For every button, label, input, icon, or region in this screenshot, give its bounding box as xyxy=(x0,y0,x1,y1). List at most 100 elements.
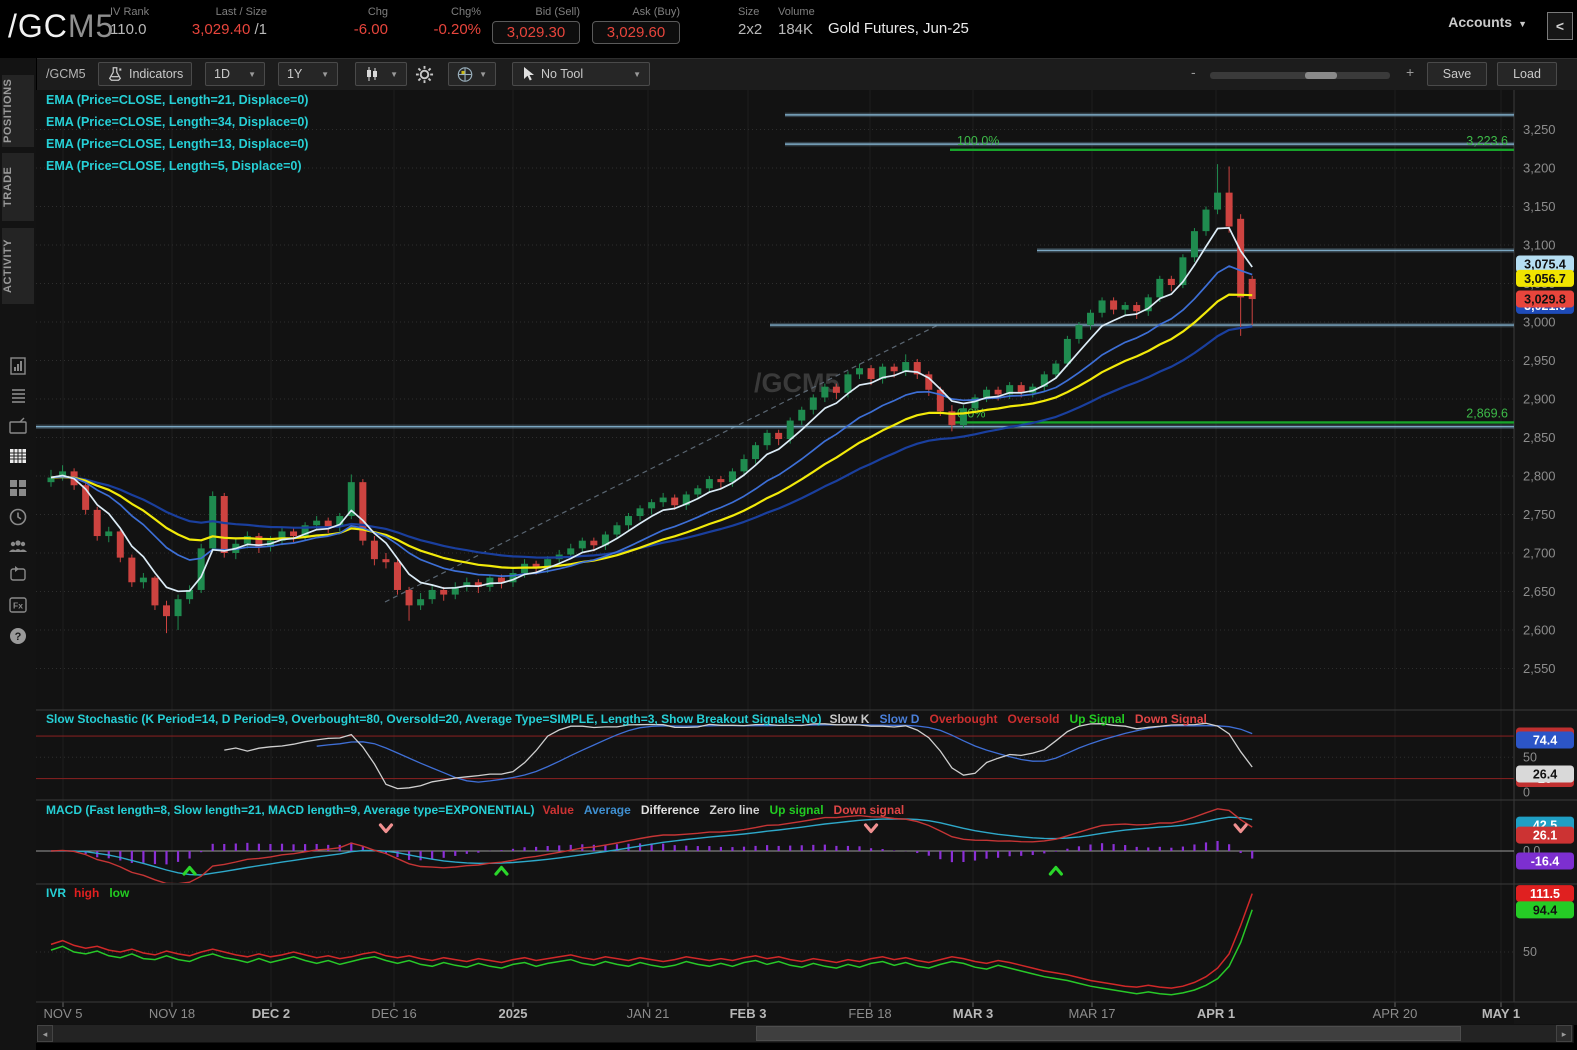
study-title[interactable]: IVR xyxy=(46,886,66,900)
zoom-slider-thumb[interactable] xyxy=(1305,72,1337,79)
svg-text:2,800: 2,800 xyxy=(1523,469,1556,484)
study-title[interactable]: Slow Stochastic (K Period=14, D Period=9… xyxy=(46,712,821,726)
chgpct-value: -0.20% xyxy=(433,21,481,38)
symbol-month: M5 xyxy=(67,8,115,44)
svg-text:Fx: Fx xyxy=(13,601,23,611)
sidebar-tab-positions[interactable]: POSITIONS xyxy=(2,75,34,147)
instrument-name: Gold Futures, Jun-25 xyxy=(828,20,969,37)
svg-text:MAY 1: MAY 1 xyxy=(1482,1006,1520,1021)
scroll-right-button[interactable]: ▸ xyxy=(1556,1025,1572,1042)
svg-text:50: 50 xyxy=(1523,750,1537,764)
chevron-down-icon: ▼ xyxy=(1518,19,1527,29)
macd-study-legend[interactable]: MACD (Fast length=8, Slow length=21, MAC… xyxy=(46,803,914,817)
svg-text:APR 20: APR 20 xyxy=(1373,1006,1418,1021)
zoom-out-button[interactable]: - xyxy=(1191,64,1196,80)
chart-scrollbar[interactable]: ◂ ▸ xyxy=(36,1024,1574,1043)
legend-item: Up signal xyxy=(769,803,824,817)
chart-area: NOV 5 NOV 18 DEC 2 DEC 16 2025 JAN 21 FEB 3 FEB… xyxy=(36,90,1577,1025)
bid-label: Bid (Sell) xyxy=(535,6,580,18)
grid-layout-dropdown[interactable]: ▼ xyxy=(448,62,496,86)
accounts-dropdown[interactable]: Accounts ▼ xyxy=(1448,14,1527,30)
collapse-panel-button[interactable]: < xyxy=(1547,12,1573,40)
price-chart-canvas[interactable]: NOV 5 NOV 18 DEC 2 DEC 16 2025 JAN 21 FEB 3 FEB… xyxy=(36,90,1577,1025)
study-label-ema5[interactable]: EMA (Price=CLOSE, Length=5, Displace=0) xyxy=(46,159,302,173)
drawing-tool-dropdown[interactable]: No Tool ▼ xyxy=(512,62,650,86)
spreadsheet-icon[interactable] xyxy=(8,446,28,466)
svg-text:JAN 21: JAN 21 xyxy=(627,1006,670,1021)
legend-item: Slow K xyxy=(829,712,870,726)
ask-button[interactable]: 3,029.60 xyxy=(592,21,680,44)
scrollbar-thumb[interactable] xyxy=(756,1026,1461,1041)
stoch-study-legend[interactable]: Slow Stochastic (K Period=14, D Period=9… xyxy=(46,712,1217,726)
sidebar-tab-trade[interactable]: TRADE xyxy=(2,153,34,221)
last-size-label: Last / Size xyxy=(215,6,267,18)
chart-symbol-label[interactable]: /GCM5 xyxy=(46,62,86,86)
svg-text:-16.4: -16.4 xyxy=(1531,855,1560,869)
fx-icon[interactable]: Fx xyxy=(8,595,28,615)
svg-text:2,600: 2,600 xyxy=(1523,623,1556,638)
zoom-in-button[interactable]: + xyxy=(1406,64,1414,80)
legend-item: Slow D xyxy=(879,712,920,726)
list-icon[interactable] xyxy=(8,386,28,406)
monitor-icon[interactable] xyxy=(8,416,28,436)
zoom-slider[interactable] xyxy=(1210,72,1390,79)
svg-text:111.5: 111.5 xyxy=(1530,887,1560,901)
study-label-ema13[interactable]: EMA (Price=CLOSE, Length=13, Displace=0) xyxy=(46,137,308,151)
ivr-study-legend[interactable]: IVR high low xyxy=(46,886,139,900)
study-label-ema21[interactable]: EMA (Price=CLOSE, Length=21, Displace=0) xyxy=(46,93,308,107)
scroll-left-button[interactable]: ◂ xyxy=(37,1025,53,1042)
clock-icon[interactable] xyxy=(8,507,28,527)
volume-value: 184K xyxy=(778,21,814,38)
range-dropdown[interactable]: 1Y ▼ xyxy=(278,62,338,86)
volume-field: Volume 184K xyxy=(778,6,815,38)
symbol-title: /GCM5 xyxy=(8,8,114,45)
svg-text:APR 1: APR 1 xyxy=(1197,1006,1235,1021)
last-value: 3,029.40 xyxy=(191,21,251,38)
load-button[interactable]: Load xyxy=(1497,62,1557,86)
chart-settings-button[interactable] xyxy=(415,62,434,86)
chgpct-field: Chg% -0.20% xyxy=(415,6,481,38)
indicators-button[interactable]: Indicators xyxy=(98,62,193,86)
grid-layout-icon xyxy=(457,66,473,82)
legend-item: high xyxy=(74,886,100,900)
chg-value: -6.00 xyxy=(353,21,388,38)
legend-item: low xyxy=(109,886,130,900)
svg-text:2,650: 2,650 xyxy=(1523,584,1556,599)
report-icon[interactable] xyxy=(8,356,28,376)
help-icon[interactable]: ? xyxy=(8,626,28,646)
size-field: Size 2x2 xyxy=(738,6,762,38)
svg-text:FEB 18: FEB 18 xyxy=(848,1006,891,1021)
people-icon[interactable] xyxy=(8,536,28,556)
left-sidebar: POSITIONS TRADE ACTIVITY Fx ? xyxy=(0,58,37,1050)
bid-field: Bid (Sell) 3,029.30 xyxy=(492,6,580,44)
ask-label: Ask (Buy) xyxy=(632,6,680,18)
sidebar-tab-activity[interactable]: ACTIVITY xyxy=(2,228,34,304)
grid-icon[interactable] xyxy=(8,478,28,498)
study-title[interactable]: MACD (Fast length=8, Slow length=21, MAC… xyxy=(46,803,535,817)
replay-icon[interactable] xyxy=(8,564,28,584)
timeframe-dropdown[interactable]: 1D ▼ xyxy=(205,62,265,86)
svg-text:3,056.7: 3,056.7 xyxy=(1524,272,1566,286)
svg-text:NOV 18: NOV 18 xyxy=(149,1006,195,1021)
save-button[interactable]: Save xyxy=(1427,62,1487,86)
iv-rank-value: 110.0 xyxy=(110,21,147,38)
legend-item: Value xyxy=(542,803,574,817)
svg-text:2,950: 2,950 xyxy=(1523,353,1556,368)
ask-field: Ask (Buy) 3,029.60 xyxy=(592,6,680,44)
svg-text:50: 50 xyxy=(1523,945,1537,959)
symbol-root: /GC xyxy=(8,8,68,44)
size-value: 2x2 xyxy=(738,21,763,38)
legend-item: Zero line xyxy=(709,803,760,817)
study-label-ema34[interactable]: EMA (Price=CLOSE, Length=34, Displace=0) xyxy=(46,115,308,129)
chart-type-dropdown[interactable]: ▼ xyxy=(355,62,407,86)
svg-text:NOV 5: NOV 5 xyxy=(43,1006,82,1021)
svg-text:MAR 3: MAR 3 xyxy=(953,1006,993,1021)
legend-item: Overbought xyxy=(929,712,998,726)
bid-button[interactable]: 3,029.30 xyxy=(492,21,580,44)
svg-text:3,223.6: 3,223.6 xyxy=(1466,134,1508,148)
legend-item: Average xyxy=(583,803,631,817)
svg-text:26.1: 26.1 xyxy=(1533,829,1557,843)
svg-text:26.4: 26.4 xyxy=(1533,768,1557,782)
chevron-down-icon: ▼ xyxy=(248,69,256,79)
quote-header: /GCM5 IV Rank 110.0 Last / Size 3,029.40… xyxy=(0,0,1577,58)
